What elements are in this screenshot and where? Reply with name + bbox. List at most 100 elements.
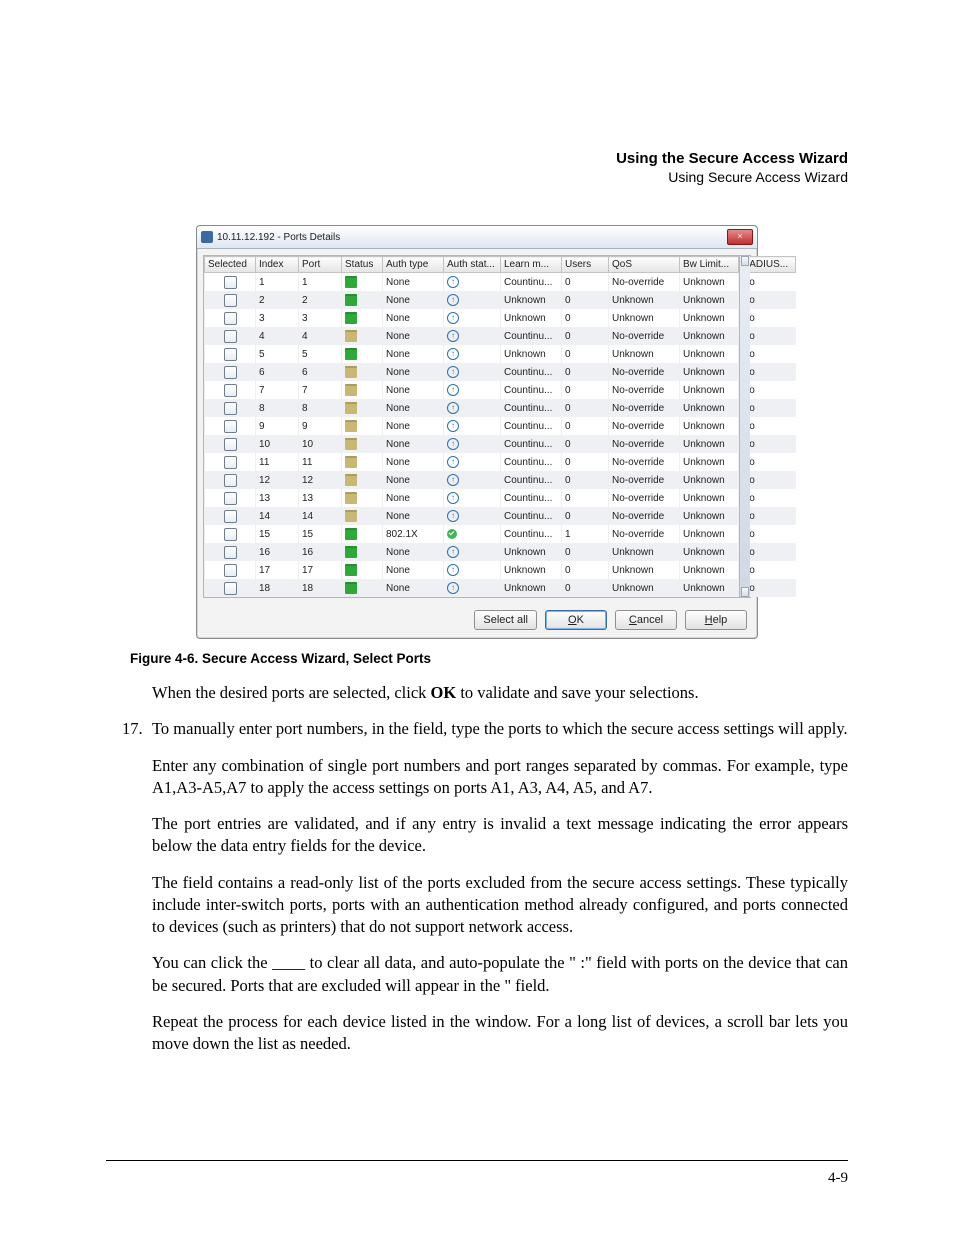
port-status-up-icon	[345, 348, 357, 360]
table-row[interactable]: 44None↑Countinu...0No-overrideUnknownNo	[205, 327, 796, 345]
cell-auth-stat: ↑	[444, 435, 501, 453]
col-selected[interactable]: Selected	[205, 257, 256, 273]
table-row[interactable]: 33None↑Unknown0UnknownUnknownNo	[205, 309, 796, 327]
cell-users: 0	[562, 507, 609, 525]
row-checkbox[interactable]	[224, 420, 237, 433]
table-row[interactable]: 66None↑Countinu...0No-overrideUnknownNo	[205, 363, 796, 381]
cell-index: 6	[256, 363, 299, 381]
col-qos[interactable]: QoS	[609, 257, 680, 273]
cell-index: 5	[256, 345, 299, 363]
cell-index: 4	[256, 327, 299, 345]
vertical-scrollbar[interactable]	[739, 256, 750, 597]
port-status-idle-icon	[345, 510, 357, 522]
cell-bw-limit: Unknown	[680, 453, 739, 471]
row-checkbox[interactable]	[224, 276, 237, 289]
port-status-up-icon	[345, 312, 357, 324]
cell-auth-stat: ↑	[444, 471, 501, 489]
table-row[interactable]: 1414None↑Countinu...0No-overrideUnknownN…	[205, 507, 796, 525]
ports-table: Selected Index Port Status Auth type Aut…	[204, 256, 796, 597]
table-row[interactable]: 1717None↑Unknown0UnknownUnknownNo	[205, 561, 796, 579]
cell-selected	[205, 363, 256, 381]
cell-port: 5	[299, 345, 342, 363]
cell-learn-mode: Countinu...	[501, 507, 562, 525]
col-bw[interactable]: Bw Limit...	[680, 257, 739, 273]
cell-learn-mode: Countinu...	[501, 381, 562, 399]
cell-bw-limit: Unknown	[680, 291, 739, 309]
col-port[interactable]: Port	[299, 257, 342, 273]
cell-users: 0	[562, 561, 609, 579]
row-checkbox[interactable]	[224, 330, 237, 343]
row-checkbox[interactable]	[224, 402, 237, 415]
cell-auth-type: 802.1X	[383, 525, 444, 543]
help-button[interactable]: Help	[685, 610, 747, 630]
table-row[interactable]: 55None↑Unknown0UnknownUnknownNo	[205, 345, 796, 363]
table-row[interactable]: 77None↑Countinu...0No-overrideUnknownNo	[205, 381, 796, 399]
table-row[interactable]: 1212None↑Countinu...0No-overrideUnknownN…	[205, 471, 796, 489]
table-row[interactable]: 11None↑Countinu...0No-overrideUnknownNo	[205, 273, 796, 292]
row-checkbox[interactable]	[224, 564, 237, 577]
col-index[interactable]: Index	[256, 257, 299, 273]
col-auth-stat[interactable]: Auth stat...	[444, 257, 501, 273]
port-status-idle-icon	[345, 456, 357, 468]
col-users[interactable]: Users	[562, 257, 609, 273]
cell-auth-type: None	[383, 543, 444, 561]
row-checkbox[interactable]	[224, 492, 237, 505]
cell-auth-type: None	[383, 561, 444, 579]
cell-qos: No-override	[609, 417, 680, 435]
table-row[interactable]: 1616None↑Unknown0UnknownUnknownNo	[205, 543, 796, 561]
cell-status	[342, 525, 383, 543]
cell-selected	[205, 525, 256, 543]
port-status-idle-icon	[345, 420, 357, 432]
table-header-row: Selected Index Port Status Auth type Aut…	[205, 257, 796, 273]
footer-divider	[106, 1160, 848, 1161]
row-checkbox[interactable]	[224, 366, 237, 379]
table-row[interactable]: 1010None↑Countinu...0No-overrideUnknownN…	[205, 435, 796, 453]
row-checkbox[interactable]	[224, 384, 237, 397]
row-checkbox[interactable]	[224, 348, 237, 361]
table-row[interactable]: 99None↑Countinu...0No-overrideUnknownNo	[205, 417, 796, 435]
ok-button[interactable]: OK	[545, 610, 607, 630]
table-row[interactable]: 88None↑Countinu...0No-overrideUnknownNo	[205, 399, 796, 417]
port-status-up-icon	[345, 528, 357, 540]
col-auth-type[interactable]: Auth type	[383, 257, 444, 273]
window-close-button[interactable]: ×	[727, 229, 753, 245]
cell-learn-mode: Unknown	[501, 309, 562, 327]
help-label-rest: elp	[713, 614, 728, 626]
col-status[interactable]: Status	[342, 257, 383, 273]
auth-status-up-icon: ↑	[447, 348, 459, 360]
window-icon	[201, 231, 213, 243]
row-checkbox[interactable]	[224, 528, 237, 541]
cell-status	[342, 291, 383, 309]
row-checkbox[interactable]	[224, 546, 237, 559]
port-status-idle-icon	[345, 402, 357, 414]
cancel-button[interactable]: Cancel	[615, 610, 677, 630]
auth-status-up-icon: ↑	[447, 330, 459, 342]
row-checkbox[interactable]	[224, 510, 237, 523]
cell-index: 10	[256, 435, 299, 453]
row-checkbox[interactable]	[224, 456, 237, 469]
row-checkbox[interactable]	[224, 582, 237, 595]
table-row[interactable]: 1818None↑Unknown0UnknownUnknownNo	[205, 579, 796, 597]
col-learn[interactable]: Learn m...	[501, 257, 562, 273]
table-row[interactable]: 1515802.1XCountinu...1No-overrideUnknown…	[205, 525, 796, 543]
cell-qos: Unknown	[609, 561, 680, 579]
row-checkbox[interactable]	[224, 294, 237, 307]
cell-status	[342, 489, 383, 507]
row-checkbox[interactable]	[224, 474, 237, 487]
cell-index: 2	[256, 291, 299, 309]
auth-status-up-icon: ↑	[447, 492, 459, 504]
cell-auth-type: None	[383, 417, 444, 435]
cell-qos: No-override	[609, 363, 680, 381]
row-checkbox[interactable]	[224, 438, 237, 451]
table-row[interactable]: 1111None↑Countinu...0No-overrideUnknownN…	[205, 453, 796, 471]
cell-auth-type: None	[383, 507, 444, 525]
table-row[interactable]: 1313None↑Countinu...0No-overrideUnknownN…	[205, 489, 796, 507]
table-row[interactable]: 22None↑Unknown0UnknownUnknownNo	[205, 291, 796, 309]
cell-selected	[205, 507, 256, 525]
cell-learn-mode: Countinu...	[501, 327, 562, 345]
cell-port: 7	[299, 381, 342, 399]
auth-status-up-icon: ↑	[447, 582, 459, 594]
select-all-button[interactable]: Select all	[474, 610, 537, 630]
cell-port: 17	[299, 561, 342, 579]
row-checkbox[interactable]	[224, 312, 237, 325]
